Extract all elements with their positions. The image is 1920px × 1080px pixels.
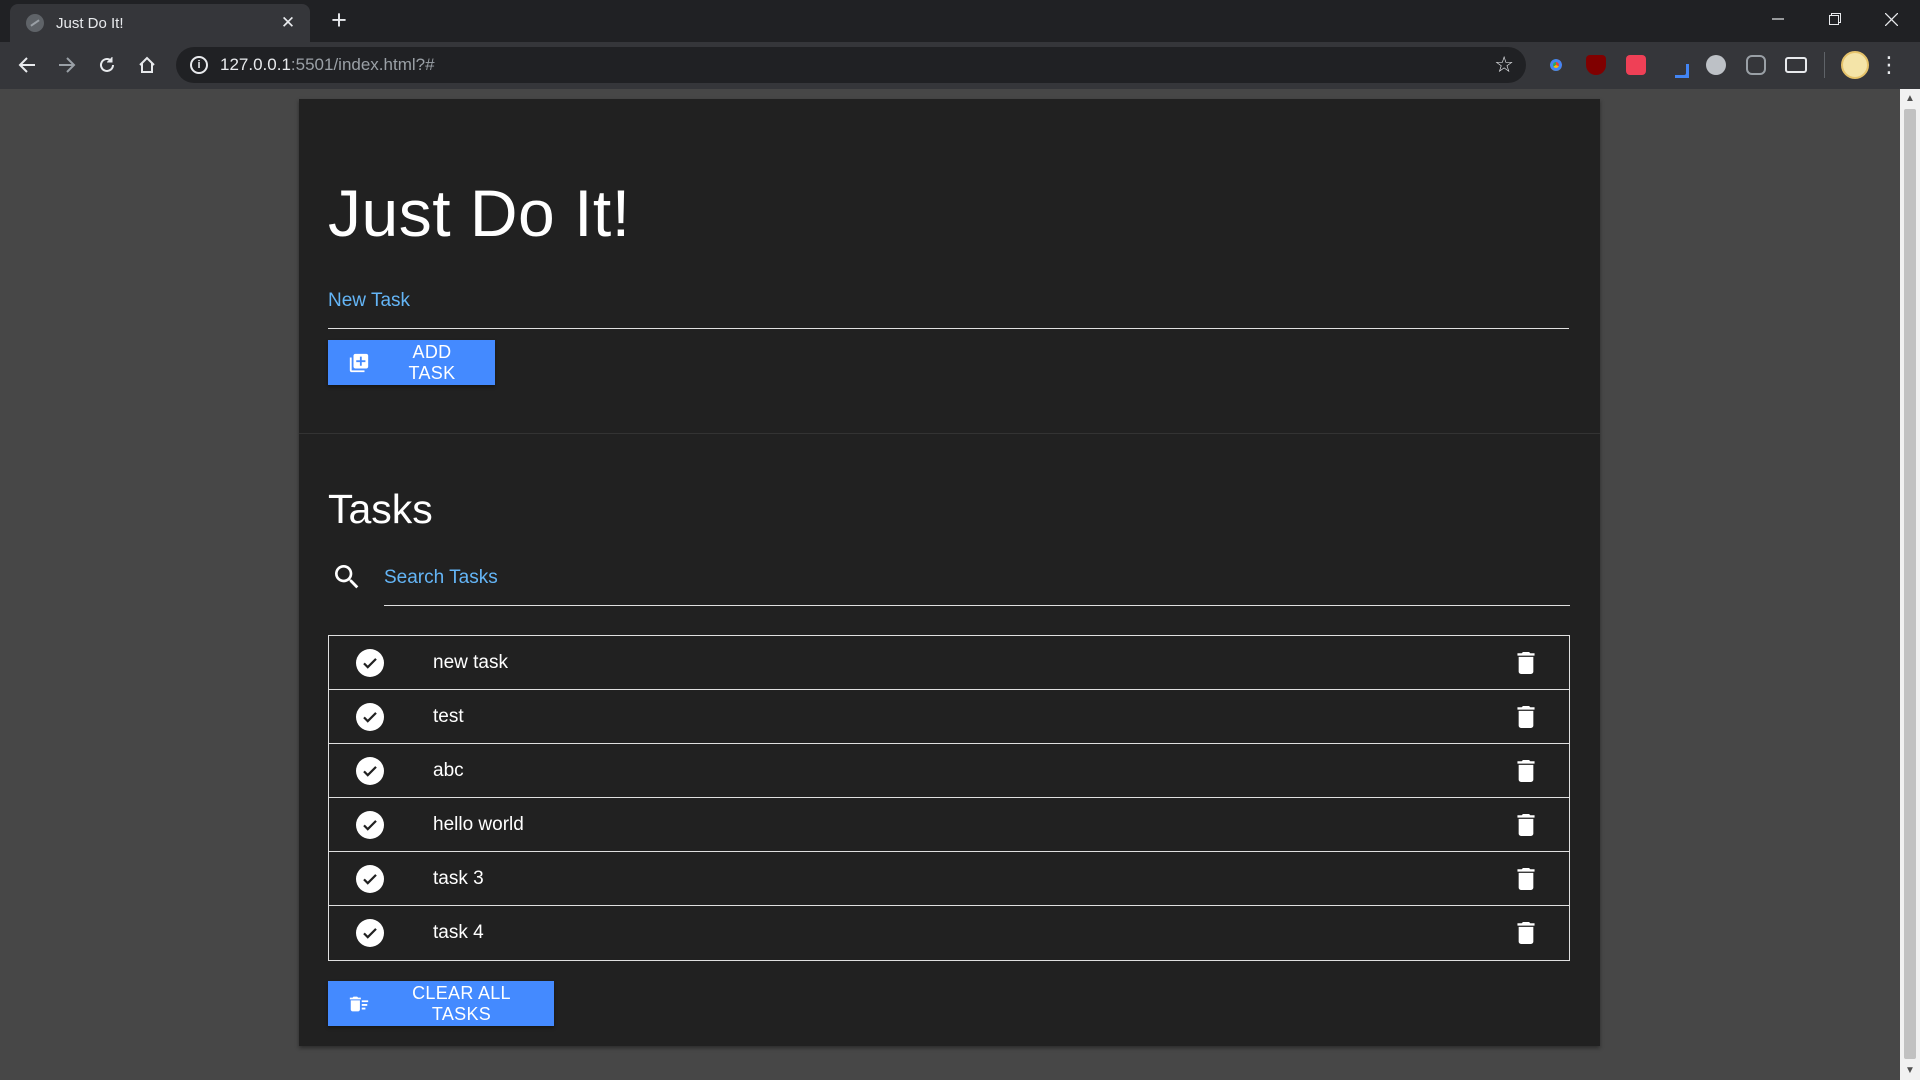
check-circle-icon[interactable]: [356, 648, 384, 677]
tasks-heading: Tasks: [328, 486, 433, 532]
tab-strip: Just Do It! ✕ +: [0, 0, 1920, 42]
back-button[interactable]: [10, 48, 44, 82]
app-title: Just Do It!: [328, 176, 631, 250]
tab-close-button[interactable]: ✕: [278, 13, 298, 33]
trash-icon[interactable]: [1514, 651, 1538, 675]
task-text: new task: [433, 651, 508, 673]
trash-icon[interactable]: [1514, 921, 1538, 945]
trash-icon[interactable]: [1514, 705, 1538, 729]
extensions-area: ⋮: [1536, 50, 1901, 80]
trash-icon[interactable]: [1514, 759, 1538, 783]
task-row: task 4: [329, 906, 1569, 960]
new-task-underline: [328, 328, 1569, 329]
clear-all-label: CLEAR ALL TASKS: [412, 982, 511, 1024]
add-task-section: Just Do It! New Task ADD TASK: [299, 99, 1600, 434]
minimize-icon: [1771, 18, 1784, 20]
task-text: hello world: [433, 813, 524, 835]
arrow-left-icon: [18, 57, 35, 73]
home-button[interactable]: [130, 48, 164, 82]
trash-icon[interactable]: [1514, 813, 1538, 837]
task-text: abc: [433, 759, 464, 781]
check-circle-icon[interactable]: [356, 702, 384, 731]
extension-pen-icon[interactable]: [1656, 50, 1696, 80]
check-circle-icon[interactable]: [356, 864, 384, 893]
browser-toolbar: i 127.0.0.1 :5501/index.html?# ☆ ⋮: [0, 42, 1920, 89]
task-row: hello world: [329, 798, 1569, 852]
scroll-down-icon[interactable]: ▼: [1905, 1065, 1915, 1076]
vertical-scrollbar[interactable]: ▲ ▼: [1900, 89, 1920, 1080]
task-list: new task test abc hello world task 3 task 4: [328, 635, 1570, 961]
extension-compass-icon[interactable]: [1696, 50, 1736, 80]
extension-braces-icon[interactable]: [1736, 50, 1776, 80]
check-circle-icon[interactable]: [356, 810, 384, 839]
extension-cast-icon[interactable]: [1776, 50, 1816, 80]
search-icon: [331, 561, 363, 593]
url-host: 127.0.0.1: [220, 55, 291, 74]
address-bar[interactable]: i 127.0.0.1 :5501/index.html?# ☆: [176, 47, 1526, 83]
tab-title: Just Do It!: [56, 14, 124, 32]
scrollbar-thumb[interactable]: [1904, 109, 1916, 1059]
url-path: :5501/index.html?#: [290, 55, 435, 74]
toolbar-divider: [1824, 52, 1825, 78]
check-circle-icon[interactable]: [356, 919, 384, 947]
arrow-right-icon: [59, 57, 76, 73]
restore-icon: [1828, 13, 1841, 25]
task-row: abc: [329, 744, 1569, 798]
task-text: test: [433, 705, 464, 727]
info-icon[interactable]: i: [190, 56, 208, 74]
reload-button[interactable]: [90, 48, 124, 82]
add-task-label: ADD TASK: [408, 341, 456, 383]
task-row: task 3: [329, 852, 1569, 906]
check-circle-icon[interactable]: [356, 756, 384, 785]
extension-ublock-icon[interactable]: [1576, 50, 1616, 80]
reload-icon: [100, 57, 114, 72]
scroll-up-icon[interactable]: ▲: [1905, 93, 1915, 104]
extension-chrome-icon[interactable]: [1536, 50, 1576, 80]
favicon-icon: [26, 14, 44, 32]
profile-avatar[interactable]: [1841, 51, 1869, 79]
clear-all-tasks-button[interactable]: CLEAR ALL TASKS: [328, 981, 554, 1026]
bookmark-star-icon[interactable]: ☆: [1494, 52, 1514, 78]
browser-chrome: Just Do It! ✕ + i 127.0.0.1:5501/index.…: [0, 0, 1920, 89]
task-row: test: [329, 690, 1569, 744]
minimize-button[interactable]: [1749, 0, 1806, 38]
browser-menu-icon[interactable]: ⋮: [1877, 52, 1901, 78]
search-tasks-field[interactable]: Search Tasks: [384, 567, 498, 589]
new-task-input[interactable]: [328, 295, 1569, 327]
app-card: Just Do It! New Task ADD TASK Tasks Sear…: [299, 99, 1600, 1046]
browser-tab[interactable]: Just Do It! ✕: [10, 4, 310, 42]
task-text: task 3: [433, 867, 484, 889]
home-icon: [139, 56, 155, 73]
window-controls: [1749, 0, 1920, 38]
search-underline: [384, 605, 1570, 606]
clear-all-icon: [348, 993, 370, 1015]
task-row: new task: [329, 636, 1569, 690]
add-task-button[interactable]: ADD TASK: [328, 340, 495, 385]
trash-icon[interactable]: [1514, 867, 1538, 891]
library-add-icon: [348, 352, 370, 374]
extension-pocket-icon[interactable]: [1616, 50, 1656, 80]
restore-button[interactable]: [1806, 0, 1863, 38]
close-window-button[interactable]: [1863, 0, 1920, 38]
close-icon: [1885, 12, 1898, 26]
task-text: task 4: [433, 922, 484, 943]
new-tab-button[interactable]: +: [324, 5, 354, 35]
forward-button[interactable]: [50, 48, 84, 82]
